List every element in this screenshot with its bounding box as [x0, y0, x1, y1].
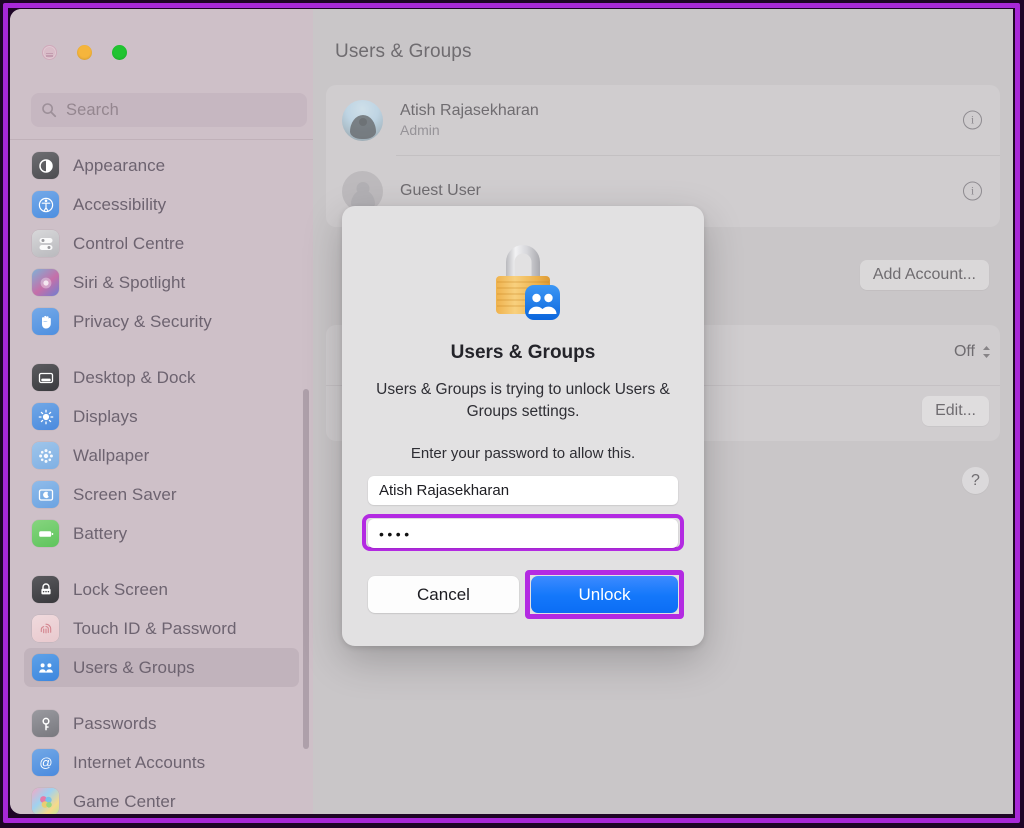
passwords-icon	[32, 710, 59, 737]
minimize-button[interactable]	[77, 45, 92, 60]
username-value: Atish Rajasekharan	[379, 482, 510, 499]
sidebar-item-accessibility[interactable]: Accessibility	[24, 185, 299, 224]
sidebar-item-label: Passwords	[73, 713, 157, 733]
automatic-login-value: Off	[953, 343, 975, 360]
user-info: Guest User	[400, 182, 481, 200]
sidebar-item-wallpaper[interactable]: Wallpaper	[24, 436, 299, 475]
password-value: ••••	[379, 525, 413, 542]
unlock-dialog: Users & Groups Users & Groups is trying …	[342, 206, 704, 646]
sidebar-item-label: Desktop & Dock	[73, 367, 196, 387]
desktop-dock-icon	[32, 364, 59, 391]
sidebar-item-appearance[interactable]: Appearance	[24, 146, 299, 185]
sidebar-item-touch-id[interactable]: Touch ID & Password	[24, 609, 299, 648]
user-name: Atish Rajasekharan	[400, 102, 539, 119]
sidebar-item-label: Wallpaper	[73, 445, 150, 465]
appearance-icon	[32, 152, 59, 179]
sidebar-item-label: Appearance	[73, 155, 166, 175]
user-row-admin[interactable]: Atish Rajasekharan Admin i	[326, 85, 1000, 155]
sidebar-item-control-centre[interactable]: Control Centre	[24, 224, 299, 263]
sidebar-item-privacy-security[interactable]: Privacy & Security	[24, 302, 299, 341]
sidebar-item-passwords[interactable]: Passwords	[24, 704, 299, 743]
users-groups-icon	[32, 654, 59, 681]
internet-accounts-icon: @	[32, 749, 59, 776]
game-center-icon	[32, 788, 59, 814]
lock-with-users-badge-icon	[496, 245, 560, 320]
sidebar-item-displays[interactable]: Displays	[24, 397, 299, 436]
unlock-button[interactable]: Unlock	[531, 576, 678, 613]
displays-icon	[32, 403, 59, 430]
touch-id-icon	[32, 615, 59, 642]
siri-spotlight-icon	[32, 269, 59, 296]
sidebar-item-screen-saver[interactable]: Screen Saver	[24, 475, 299, 514]
automatic-login-popup[interactable]: Off	[954, 343, 991, 361]
system-settings-window: Search Appearance Accessibility Control …	[10, 9, 1013, 814]
password-input[interactable]: ••••	[368, 519, 678, 548]
sidebar-item-label: Screen Saver	[73, 484, 177, 504]
info-button[interactable]: i	[963, 110, 982, 130]
sidebar-item-desktop-dock[interactable]: Desktop & Dock	[24, 358, 299, 397]
sidebar-item-label: Displays	[73, 406, 138, 426]
battery-icon	[32, 520, 59, 547]
accessibility-icon	[32, 191, 59, 218]
help-button[interactable]: ?	[962, 467, 989, 494]
sidebar-item-lock-screen[interactable]: Lock Screen	[24, 570, 299, 609]
sidebar-item-battery[interactable]: Battery	[24, 514, 299, 553]
lock-screen-icon	[32, 576, 59, 603]
privacy-security-icon	[32, 308, 59, 335]
maximize-button[interactable]	[112, 45, 127, 60]
sidebar-item-label: Control Centre	[73, 233, 185, 253]
sidebar-scrollbar[interactable]	[303, 389, 309, 749]
dialog-message: Users & Groups is trying to unlock Users…	[376, 381, 670, 420]
sidebar-item-siri-spotlight[interactable]: Siri & Spotlight	[24, 263, 299, 302]
user-info: Atish Rajasekharan Admin	[400, 102, 539, 138]
add-account-button[interactable]: Add Account...	[859, 260, 989, 290]
sidebar-item-label: Game Center	[73, 791, 176, 811]
sidebar-nav-list[interactable]: Appearance Accessibility Control Centre	[10, 140, 313, 814]
sidebar-item-label: Users & Groups	[73, 657, 195, 677]
user-role: Admin	[400, 122, 440, 138]
sidebar-item-label: Touch ID & Password	[73, 618, 237, 638]
sidebar-item-users-groups[interactable]: Users & Groups	[24, 648, 299, 687]
info-button[interactable]: i	[963, 181, 982, 201]
sidebar-item-label: Lock Screen	[73, 579, 169, 599]
sidebar-item-label: Accessibility	[73, 194, 167, 214]
wallpaper-icon	[32, 442, 59, 469]
search-icon	[42, 103, 57, 118]
username-input[interactable]: Atish Rajasekharan	[368, 476, 678, 505]
sidebar: Search Appearance Accessibility Control …	[10, 9, 313, 814]
sidebar-item-internet-accounts[interactable]: @ Internet Accounts	[24, 743, 299, 782]
svg-text:@: @	[39, 755, 52, 770]
annotation-frame: Search Appearance Accessibility Control …	[0, 0, 1024, 828]
cancel-button[interactable]: Cancel	[368, 576, 519, 613]
sidebar-item-label: Battery	[73, 523, 128, 543]
user-photo-avatar	[342, 99, 383, 141]
sidebar-item-game-center[interactable]: Game Center	[24, 782, 299, 814]
edit-button[interactable]: Edit...	[922, 396, 989, 426]
sidebar-item-label: Siri & Spotlight	[73, 272, 186, 292]
dialog-prompt: Enter your password to allow this.	[410, 445, 636, 462]
chevron-up-down-icon	[982, 345, 991, 359]
dialog-title: Users & Groups	[450, 342, 596, 363]
sidebar-item-label: Privacy & Security	[73, 311, 212, 331]
screen-saver-icon	[32, 481, 59, 508]
control-centre-icon	[32, 230, 59, 257]
close-button[interactable]	[42, 45, 57, 60]
window-controls	[42, 45, 127, 60]
search-placeholder: Search	[66, 100, 119, 119]
page-title: Users & Groups	[335, 41, 472, 62]
user-name: Guest User	[400, 182, 481, 199]
search-field[interactable]: Search	[31, 93, 307, 127]
sidebar-item-label: Internet Accounts	[73, 752, 206, 772]
